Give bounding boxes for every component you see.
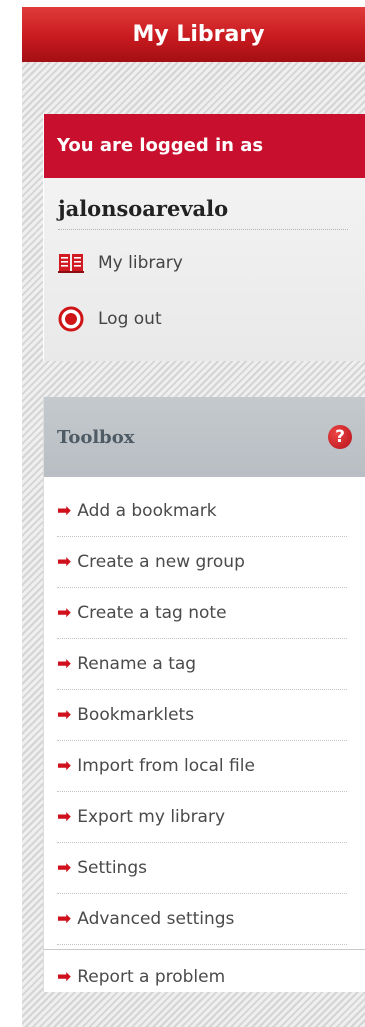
arrow-right-icon: ➡ xyxy=(57,858,72,878)
my-library-link[interactable]: My library xyxy=(58,244,183,282)
log-out-link[interactable]: Log out xyxy=(58,300,162,338)
login-panel: You are logged in as jalonsoarevalo My l… xyxy=(43,114,365,361)
report-problem-link[interactable]: ➡ Report a problem xyxy=(57,962,225,992)
arrow-right-icon: ➡ xyxy=(57,654,72,674)
toolbox-item-create-group[interactable]: ➡ Create a new group xyxy=(57,537,347,588)
username: jalonsoarevalo xyxy=(58,189,348,230)
toolbox-item-label: Bookmarklets xyxy=(77,705,195,725)
arrow-right-icon: ➡ xyxy=(57,967,72,987)
arrow-right-icon: ➡ xyxy=(57,501,72,521)
power-icon xyxy=(58,306,84,332)
toolbox-item-label: Settings xyxy=(77,858,147,878)
arrow-right-icon: ➡ xyxy=(57,552,72,572)
arrow-right-icon: ➡ xyxy=(57,807,72,827)
toolbox-item-label: Create a new group xyxy=(77,552,245,572)
arrow-right-icon: ➡ xyxy=(57,756,72,776)
help-icon[interactable]: ? xyxy=(328,425,352,449)
sidebar-title: My Library xyxy=(132,22,265,47)
toolbox-item-add-bookmark[interactable]: ➡ Add a bookmark xyxy=(57,486,347,537)
toolbox-title: Toolbox xyxy=(57,427,135,448)
toolbox-item-label: Import from local file xyxy=(77,756,255,776)
toolbox-item-label: Create a tag note xyxy=(77,603,227,623)
toolbox-panel: Toolbox ? ➡ Add a bookmark ➡ Create a new g… xyxy=(43,397,365,992)
arrow-right-icon: ➡ xyxy=(57,603,72,623)
toolbox-item-export-library[interactable]: ➡ Export my library xyxy=(57,792,347,843)
sidebar-header: My Library xyxy=(22,7,365,62)
toolbox-item-rename-tag[interactable]: ➡ Rename a tag xyxy=(57,639,347,690)
toolbox-item-import-file[interactable]: ➡ Import from local file xyxy=(57,741,347,792)
my-library-label: My library xyxy=(98,253,183,273)
toolbox-item-label: Add a bookmark xyxy=(77,501,217,521)
book-icon xyxy=(58,250,84,276)
toolbox-item-bookmarklets[interactable]: ➡ Bookmarklets xyxy=(57,690,347,741)
toolbox-divider xyxy=(44,949,365,950)
toolbox-item-create-tag-note[interactable]: ➡ Create a tag note xyxy=(57,588,347,639)
toolbox-item-label: Advanced settings xyxy=(77,909,235,929)
report-problem-label: Report a problem xyxy=(77,967,226,987)
toolbox-item-settings[interactable]: ➡ Settings xyxy=(57,843,347,894)
arrow-right-icon: ➡ xyxy=(57,705,72,725)
toolbox-item-advanced-settings[interactable]: ➡ Advanced settings xyxy=(57,894,347,945)
toolbox-header: Toolbox ? xyxy=(44,397,365,477)
toolbox-item-label: Export my library xyxy=(77,807,226,827)
toolbox-list: ➡ Add a bookmark ➡ Create a new group ➡ Creat… xyxy=(57,486,347,945)
sidebar: My Library You are logged in as jalonsoa… xyxy=(22,7,365,1027)
log-out-label: Log out xyxy=(98,309,162,329)
arrow-right-icon: ➡ xyxy=(57,909,72,929)
login-heading: You are logged in as xyxy=(44,114,365,178)
toolbox-item-label: Rename a tag xyxy=(77,654,197,674)
